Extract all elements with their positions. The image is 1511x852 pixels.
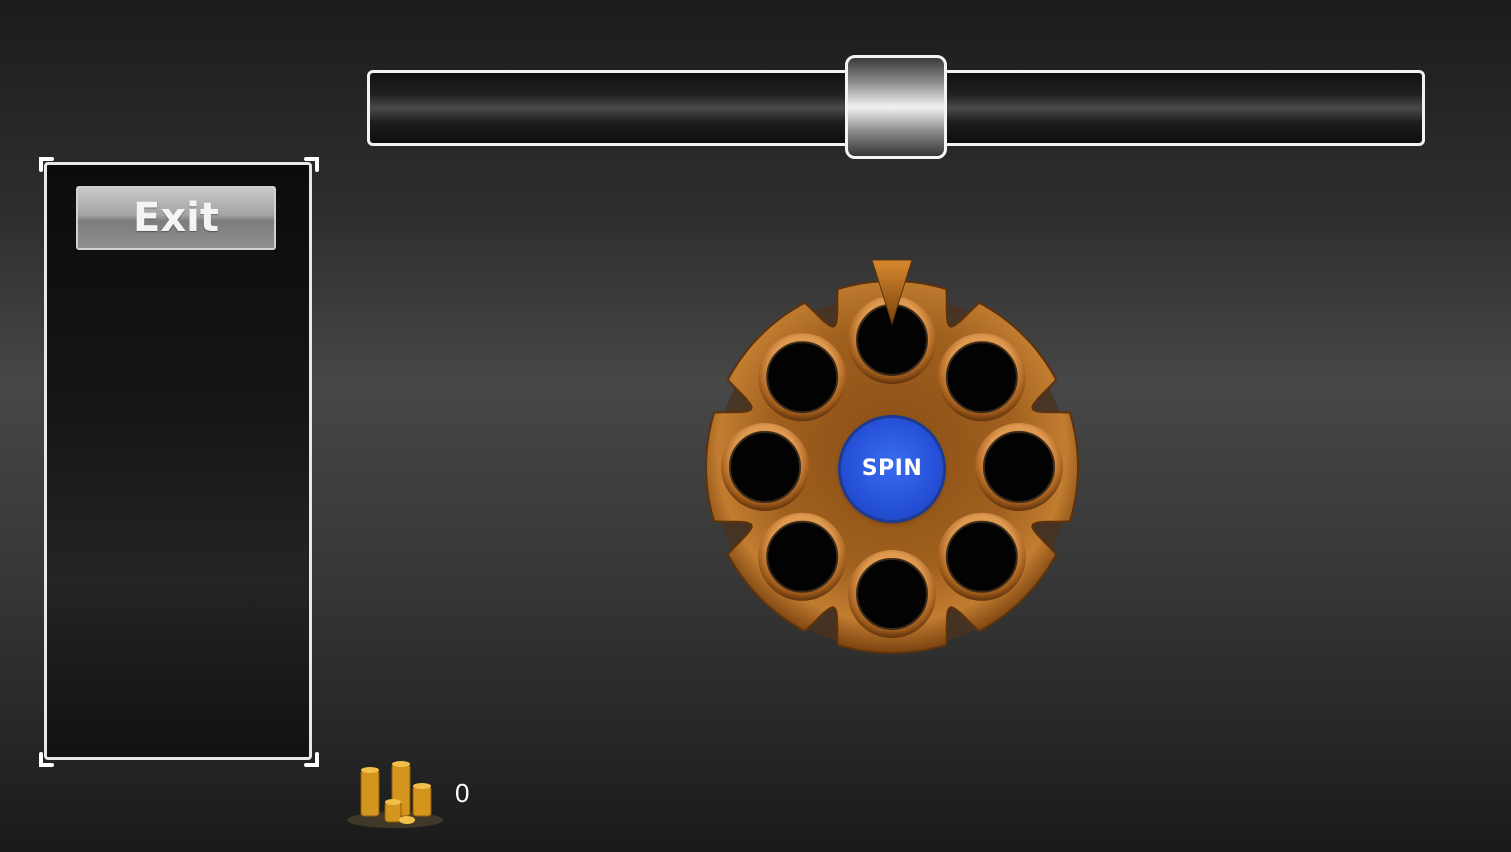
chamber-hole [975, 423, 1063, 511]
spin-button[interactable]: SPIN [841, 418, 943, 520]
chamber-hole [758, 512, 847, 601]
chamber-hole [721, 423, 809, 511]
panel-corner-handles [39, 157, 319, 767]
chamber-hole [937, 512, 1026, 601]
chamber-hole [848, 550, 936, 638]
slider-thumb[interactable] [845, 55, 947, 159]
coin-stack-icon [347, 761, 443, 828]
chamber-hole [937, 333, 1026, 422]
coin-count: 0 [455, 778, 470, 808]
chamber-hole [758, 333, 847, 422]
